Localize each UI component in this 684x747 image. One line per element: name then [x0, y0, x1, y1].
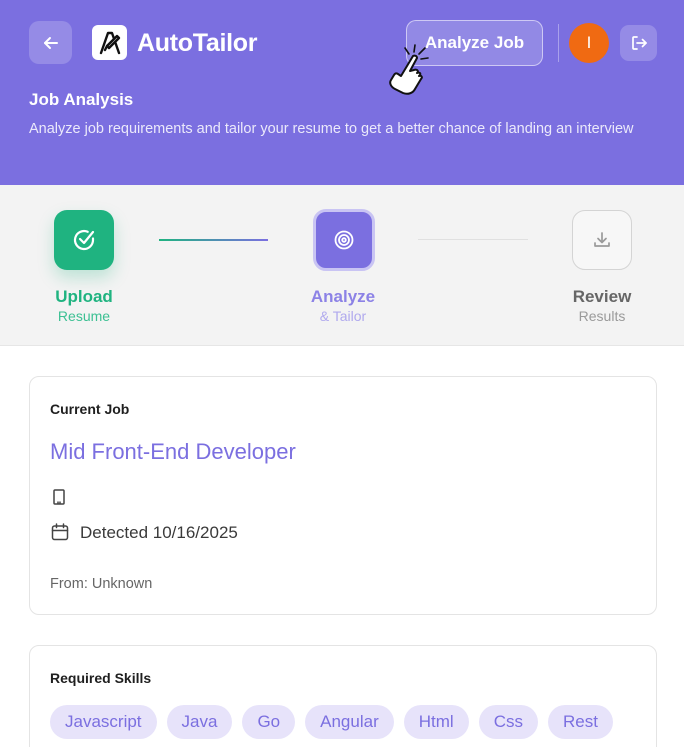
step-upload-sublabel: Resume — [57, 308, 111, 324]
header: AutoTailor Analyze Job I Job Analysis An… — [0, 0, 684, 185]
step-analyze[interactable] — [313, 209, 375, 271]
step-analyze-sublabel: & Tailor — [319, 308, 367, 324]
logout-button[interactable] — [620, 25, 657, 61]
pen-logo-icon — [99, 31, 120, 54]
skill-chip: Angular — [305, 705, 394, 739]
hand-pointer-cursor-icon — [389, 44, 429, 95]
back-button[interactable] — [29, 21, 72, 64]
skill-chip: Java — [166, 705, 233, 739]
job-source: From: Unknown — [50, 576, 153, 592]
skill-chip: Javascript — [50, 705, 157, 739]
page-title: Job Analysis — [29, 90, 134, 109]
detected-date: Detected 10/16/2025 — [80, 523, 238, 542]
step-analyze-label: Analyze — [310, 287, 376, 306]
skill-chip-list: Javascript Java Go Angular Html Css Rest — [50, 705, 613, 739]
current-job-card: Current Job Mid Front-End Developer Dete… — [29, 376, 657, 615]
job-title: Mid Front-End Developer — [50, 439, 296, 464]
required-skills-card: Required Skills Javascript Java Go Angul… — [29, 645, 657, 747]
step-connector — [159, 239, 268, 241]
check-circle-icon — [73, 229, 95, 251]
current-job-label: Current Job — [50, 401, 130, 417]
step-review[interactable] — [572, 210, 632, 270]
building-icon — [53, 489, 65, 505]
user-avatar[interactable]: I — [569, 23, 609, 63]
required-skills-label: Required Skills — [50, 670, 152, 686]
calendar-icon — [51, 523, 69, 541]
step-review-sublabel: Results — [578, 308, 626, 324]
step-upload-label: Upload — [55, 287, 113, 306]
autotailor-logo — [92, 25, 127, 60]
logout-icon — [631, 36, 647, 50]
progress-stepper: Upload Resume Analyze & Tailor Review Re… — [0, 185, 684, 346]
arrow-left-icon — [43, 36, 58, 49]
header-divider — [558, 24, 559, 62]
page-subtitle: Analyze job requirements and tailor your… — [29, 121, 634, 137]
skill-chip: Go — [242, 705, 296, 739]
step-connector — [418, 239, 528, 240]
skill-chip: Css — [478, 705, 538, 739]
brand-name: AutoTailor — [137, 29, 258, 57]
skill-chip: Html — [403, 705, 469, 739]
skill-chip: Rest — [547, 705, 613, 739]
step-review-label: Review — [572, 287, 632, 306]
step-upload[interactable] — [54, 210, 114, 270]
download-icon — [594, 232, 610, 247]
target-icon — [334, 230, 354, 250]
